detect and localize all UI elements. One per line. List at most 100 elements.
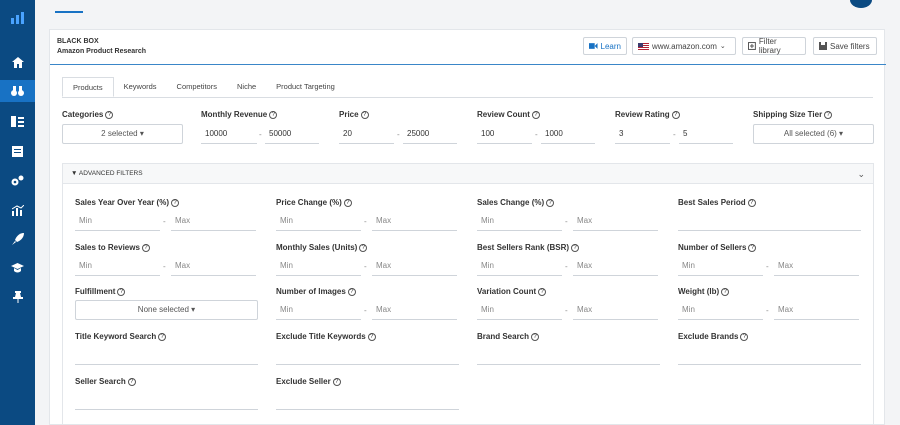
- sales-to-reviews-min[interactable]: Min: [75, 256, 160, 276]
- num-images-max[interactable]: Max: [372, 300, 457, 320]
- num-sellers-min[interactable]: Min: [678, 256, 763, 276]
- price-change-min[interactable]: Min: [276, 211, 361, 231]
- learn-button[interactable]: Learn: [583, 37, 627, 55]
- sales-to-reviews-max[interactable]: Max: [171, 256, 256, 276]
- help-icon[interactable]: ?: [531, 110, 540, 119]
- num-images-label: Number of Images?: [276, 287, 356, 296]
- help-icon[interactable]: ?: [347, 287, 356, 296]
- save-filters-label: Save filters: [830, 41, 870, 51]
- monthly-sales-max[interactable]: Max: [372, 256, 457, 276]
- keyword-icon[interactable]: [0, 111, 35, 131]
- help-icon[interactable]: ?: [671, 110, 680, 119]
- home-icon[interactable]: [0, 52, 35, 72]
- help-icon[interactable]: ?: [538, 287, 547, 296]
- save-filters-button[interactable]: Save filters: [813, 37, 877, 55]
- help-icon[interactable]: ?: [343, 198, 352, 207]
- num-sellers-max[interactable]: Max: [774, 256, 859, 276]
- graduation-cap-icon[interactable]: [0, 258, 35, 278]
- exclude-seller-label: Exclude Seller?: [276, 377, 341, 386]
- shipping-size-select[interactable]: All selected (6) ▾: [753, 124, 874, 144]
- tab-competitors[interactable]: Competitors: [167, 77, 227, 97]
- monthly-revenue-min[interactable]: 10000: [201, 124, 257, 144]
- help-icon[interactable]: ?: [158, 332, 167, 341]
- title-keyword-input[interactable]: [75, 345, 258, 365]
- help-icon[interactable]: ?: [360, 110, 369, 119]
- sales-yoy-min[interactable]: Min: [75, 211, 160, 231]
- sales-change-max[interactable]: Max: [573, 211, 658, 231]
- brand-search-input[interactable]: [477, 345, 660, 365]
- pin-icon[interactable]: [0, 287, 35, 307]
- filter-library-button[interactable]: Filter library: [742, 37, 806, 55]
- bsr-max[interactable]: Max: [573, 256, 658, 276]
- monthly-sales-min[interactable]: Min: [276, 256, 361, 276]
- range-dash: -: [565, 306, 568, 315]
- monthly-revenue-max[interactable]: 50000: [265, 124, 319, 144]
- exclude-title-input[interactable]: [276, 345, 459, 365]
- exclude-brands-input[interactable]: [678, 345, 861, 365]
- help-icon[interactable]: ?: [141, 243, 150, 252]
- chevron-down-icon[interactable]: ⌄: [857, 164, 865, 184]
- best-sales-period-select[interactable]: [678, 211, 861, 231]
- help-icon[interactable]: ?: [571, 243, 580, 252]
- weight-min[interactable]: Min: [678, 300, 763, 320]
- price-change-max[interactable]: Max: [372, 211, 457, 231]
- price-min[interactable]: 20: [339, 124, 394, 144]
- range-dash: -: [766, 306, 769, 315]
- review-count-min[interactable]: 100: [477, 124, 532, 144]
- price-change-label: Price Change (%)?: [276, 198, 352, 207]
- chevron-down-icon: ⌄: [719, 43, 726, 50]
- range-dash: -: [364, 217, 367, 226]
- help-icon[interactable]: ?: [359, 243, 368, 252]
- help-icon[interactable]: ?: [171, 198, 179, 207]
- range-dash: -: [163, 262, 166, 271]
- binoculars-icon[interactable]: [0, 80, 35, 102]
- advanced-filters-header[interactable]: ▼ ADVANCED FILTERS ⌄: [63, 164, 873, 184]
- seller-search-input[interactable]: [75, 390, 258, 410]
- exclude-seller-input[interactable]: [276, 390, 459, 410]
- sales-yoy-max[interactable]: Max: [171, 211, 256, 231]
- variation-count-min[interactable]: Min: [477, 300, 562, 320]
- help-icon[interactable]: ?: [127, 377, 136, 386]
- tab-niche[interactable]: Niche: [227, 77, 266, 97]
- weight-max[interactable]: Max: [774, 300, 859, 320]
- help-icon[interactable]: ?: [546, 198, 555, 207]
- help-icon[interactable]: ?: [117, 287, 126, 296]
- categories-select[interactable]: 2 selected ▾: [62, 124, 183, 144]
- brand-search-label: Brand Search?: [477, 332, 540, 341]
- tab-keywords[interactable]: Keywords: [114, 77, 167, 97]
- help-icon[interactable]: ?: [747, 198, 756, 207]
- help-icon[interactable]: ?: [824, 110, 833, 119]
- help-icon[interactable]: ?: [748, 243, 757, 252]
- review-rating-max[interactable]: 5: [679, 124, 733, 144]
- tab-product-targeting[interactable]: Product Targeting: [266, 77, 345, 97]
- review-count-max[interactable]: 1000: [541, 124, 595, 144]
- price-max[interactable]: 25000: [403, 124, 457, 144]
- tab-products[interactable]: Products: [62, 77, 114, 97]
- fulfillment-label: Fulfillment?: [75, 287, 126, 296]
- review-rating-min[interactable]: 3: [615, 124, 670, 144]
- shipping-size-label: Shipping Size Tier?: [753, 110, 833, 119]
- help-icon[interactable]: ?: [740, 332, 749, 341]
- range-dash: -: [397, 130, 400, 139]
- variation-count-max[interactable]: Max: [573, 300, 658, 320]
- help-icon[interactable]: ?: [721, 287, 730, 296]
- sales-change-label: Sales Change (%)?: [477, 198, 555, 207]
- sales-to-reviews-label: Sales to Reviews?: [75, 243, 150, 252]
- help-icon[interactable]: ?: [105, 110, 114, 119]
- gears-icon[interactable]: [0, 170, 35, 190]
- seller-search-label: Seller Search?: [75, 377, 136, 386]
- marketplace-select[interactable]: www.amazon.com ⌄: [632, 37, 736, 55]
- chart-icon[interactable]: [0, 200, 35, 220]
- help-icon[interactable]: ?: [367, 332, 376, 341]
- logo-bars-icon[interactable]: [0, 8, 35, 28]
- num-images-min[interactable]: Min: [276, 300, 361, 320]
- fulfillment-select[interactable]: None selected ▾: [75, 300, 258, 320]
- bsr-min[interactable]: Min: [477, 256, 562, 276]
- sales-change-min[interactable]: Min: [477, 211, 562, 231]
- range-dash: -: [565, 262, 568, 271]
- rocket-icon[interactable]: [0, 229, 35, 249]
- list-icon[interactable]: [0, 141, 35, 161]
- help-icon[interactable]: ?: [332, 377, 341, 386]
- help-icon[interactable]: ?: [269, 110, 278, 119]
- help-icon[interactable]: ?: [531, 332, 540, 341]
